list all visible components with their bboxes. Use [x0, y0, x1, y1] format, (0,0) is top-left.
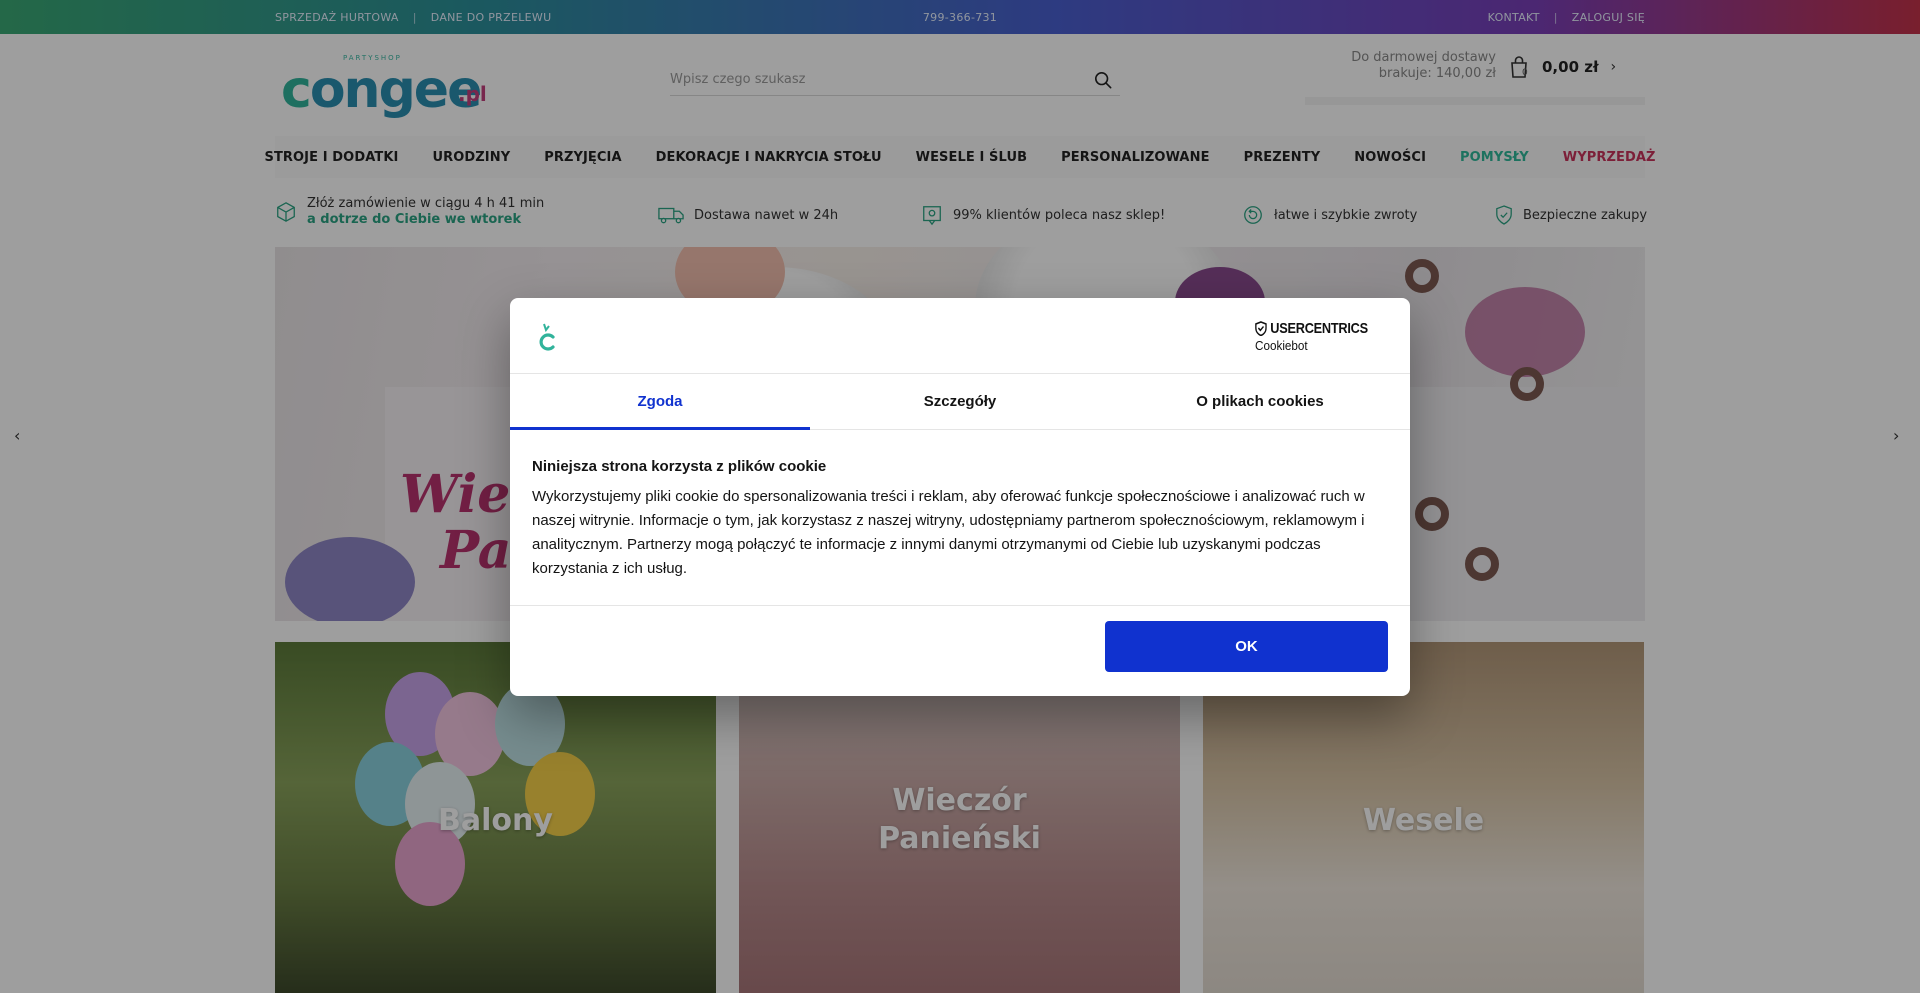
dialog-header: USERCENTRICS Cookiebot	[510, 298, 1410, 374]
dialog-footer: OK	[510, 605, 1410, 696]
dialog-tabs: Zgoda Szczegóły O plikach cookies	[510, 374, 1410, 430]
tab-about-cookies[interactable]: O plikach cookies	[1110, 374, 1410, 429]
site-logo-icon	[539, 323, 555, 351]
cookiebot-label: Cookiebot	[1255, 338, 1308, 353]
shield-icon	[1255, 321, 1267, 336]
dialog-heading: Niniejsza strona korzysta z plików cooki…	[532, 458, 827, 475]
tab-details[interactable]: Szczegóły	[810, 374, 1110, 429]
cookie-consent-dialog: USERCENTRICS Cookiebot Zgoda Szczegóły O…	[510, 298, 1410, 696]
tab-consent[interactable]: Zgoda	[510, 374, 810, 430]
usercentrics-brand[interactable]: USERCENTRICS Cookiebot	[1255, 320, 1388, 353]
dialog-text: Wykorzystujemy pliki cookie do spersonal…	[532, 488, 1365, 577]
dialog-body: Niniejsza strona korzysta z plików cooki…	[532, 458, 1392, 581]
usercentrics-label: USERCENTRICS	[1270, 320, 1369, 337]
ok-button[interactable]: OK	[1105, 621, 1388, 672]
